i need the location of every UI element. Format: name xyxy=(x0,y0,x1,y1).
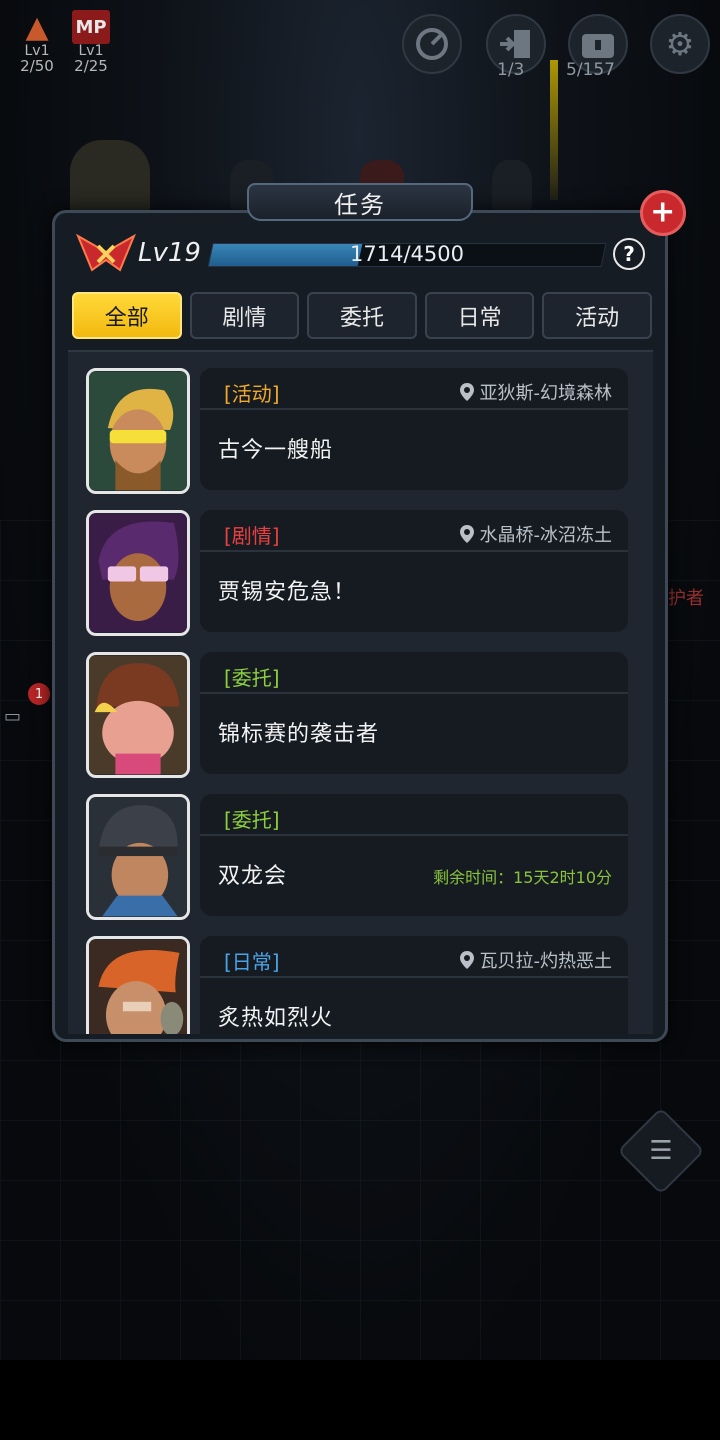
quest-name: 双龙会 xyxy=(218,864,288,889)
radar-button[interactable] xyxy=(402,14,462,74)
quest-name: 锦标赛的袭击者 xyxy=(218,722,380,747)
character-portrait-beanie-kid xyxy=(89,655,187,775)
quest-item[interactable]: [剧情] 水晶桥-冰沼冻土 贾锡安危急！ xyxy=(86,510,628,636)
quest-card: [活动] 亚狄斯-幻境森林 古今一艘船 xyxy=(200,368,628,490)
chat-icon[interactable]: ▭ xyxy=(4,706,30,728)
quest-location: 亚狄斯-幻境森林 xyxy=(459,379,613,405)
chest-icon xyxy=(582,34,614,58)
quest-portrait xyxy=(86,794,190,920)
chest-count: 5/157 xyxy=(566,60,615,80)
tab-daily[interactable]: 日常 xyxy=(424,292,535,339)
rank-emblem-icon xyxy=(76,233,136,272)
quest-portrait xyxy=(86,368,190,494)
notification-badge: 1 xyxy=(28,683,50,705)
help-icon: ? xyxy=(623,242,635,266)
side-label: 护者 xyxy=(668,588,704,609)
divider xyxy=(200,550,628,552)
modal-title: 任务 xyxy=(247,183,473,221)
quest-portrait xyxy=(86,936,190,1034)
divider xyxy=(200,692,628,694)
quest-item[interactable]: [委托] 锦标赛的袭击者 xyxy=(86,652,628,778)
help-button[interactable]: ? xyxy=(613,238,645,270)
character-portrait-helmet xyxy=(89,797,187,917)
stat-level: Lv1 xyxy=(24,43,50,59)
character-silhouette xyxy=(70,140,150,220)
quest-name: 炙热如烈火 xyxy=(218,1006,334,1031)
quest-type: [委托] xyxy=(224,808,280,832)
stat-count: 2/50 xyxy=(20,57,54,75)
close-icon: + xyxy=(650,194,676,230)
divider xyxy=(200,834,628,836)
quest-name: 贾锡安危急！ xyxy=(218,580,357,605)
quest-item[interactable]: [活动] 亚狄斯-幻境森林 古今一艘船 xyxy=(86,368,628,494)
quest-time-remaining: 剩余时间：15天2时10分 xyxy=(433,868,612,887)
character-portrait-orange-hair xyxy=(89,939,187,1034)
quest-location: 水晶桥-冰沼冻土 xyxy=(459,521,613,547)
scene-floor xyxy=(0,1360,720,1440)
location-text: 瓦贝拉-灼热恶土 xyxy=(479,951,613,972)
xp-text: 1714/4500 xyxy=(350,242,464,266)
quest-portrait xyxy=(86,652,190,778)
quest-card: [剧情] 水晶桥-冰沼冻土 贾锡安危急！ xyxy=(200,510,628,632)
exit-count: 1/3 xyxy=(497,60,525,80)
quest-card: [委托] 锦标赛的袭击者 xyxy=(200,652,628,774)
radar-icon xyxy=(416,28,448,60)
hud-stat-fire[interactable]: ▲ Lv1 2/50 xyxy=(12,9,62,75)
tab-story[interactable]: 剧情 xyxy=(189,292,300,339)
quest-location: 瓦贝拉-灼热恶土 xyxy=(459,947,613,973)
quest-item[interactable]: [日常] 瓦贝拉-灼热恶土 炙热如烈火 xyxy=(86,936,628,1034)
quest-item[interactable]: [委托] 双龙会 剩余时间：15天2时10分 xyxy=(86,794,628,920)
mp-icon: MP xyxy=(72,10,110,44)
location-pin-icon xyxy=(459,525,474,543)
gear-icon: ⚙ xyxy=(665,25,695,63)
location-pin-icon xyxy=(459,951,474,969)
tab-event[interactable]: 活动 xyxy=(542,292,652,339)
quest-level-row: Lv19 1714/4500 ? xyxy=(76,228,656,278)
quest-list[interactable]: [活动] 亚狄斯-幻境森林 古今一艘船 [剧情] 水晶桥-冰沼冻土 贾锡安危急！… xyxy=(68,350,653,1034)
mp-label: MP xyxy=(75,16,107,38)
hud-stat-mp[interactable]: MP Lv1 2/25 xyxy=(66,10,116,74)
exit-door-icon xyxy=(500,30,530,58)
stat-count: 2/25 xyxy=(74,57,108,75)
quest-type: [委托] xyxy=(224,666,280,690)
divider xyxy=(200,408,628,410)
flame-icon: ▲ xyxy=(25,9,49,45)
level-label: Lv19 xyxy=(138,238,201,268)
quest-name: 古今一艘船 xyxy=(218,438,334,463)
tab-all[interactable]: 全部 xyxy=(72,292,182,339)
quest-portrait xyxy=(86,510,190,636)
divider xyxy=(200,976,628,978)
location-text: 水晶桥-冰沼冻土 xyxy=(479,525,613,546)
quest-card: [委托] 双龙会 剩余时间：15天2时10分 xyxy=(200,794,628,916)
location-pin-icon xyxy=(459,383,474,401)
tab-commission[interactable]: 委托 xyxy=(307,292,417,339)
location-text: 亚狄斯-幻境森林 xyxy=(479,383,613,404)
checklist-icon: ☰ xyxy=(649,1136,673,1166)
quest-type: [剧情] xyxy=(224,524,280,548)
quest-card: [日常] 瓦贝拉-灼热恶土 炙热如烈火 xyxy=(200,936,628,1034)
settings-button[interactable]: ⚙ xyxy=(650,14,710,74)
character-portrait-blond-glasses xyxy=(89,371,187,491)
stat-level: Lv1 xyxy=(78,43,104,59)
character-silhouette xyxy=(492,160,532,210)
quest-type: [日常] xyxy=(224,950,280,974)
quest-type: [活动] xyxy=(224,382,280,406)
quest-tabs: 全部 剧情 委托 日常 活动 xyxy=(72,292,652,340)
light-beam xyxy=(550,60,558,200)
character-portrait-purple-hair xyxy=(89,513,187,633)
